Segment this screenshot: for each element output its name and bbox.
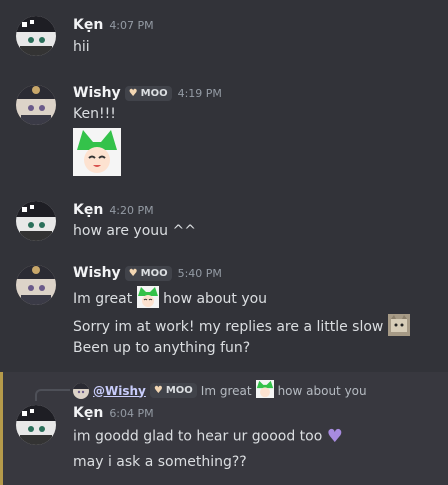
avatar[interactable] — [16, 265, 56, 305]
message-text: how are youu ^^ — [73, 223, 196, 239]
message-text: may i ask a something?? — [73, 454, 247, 470]
reply-text: Im great — [200, 383, 252, 398]
avatar[interactable] — [16, 201, 56, 241]
username[interactable]: Wishy ♥ MOO 4:19 PM — [73, 85, 222, 101]
heart-icon: ♥ — [128, 87, 138, 99]
username[interactable]: Wishy ♥ MOO 5:40 PM — [73, 265, 222, 281]
avatar[interactable] — [16, 16, 56, 56]
guild-tag[interactable]: ♥ MOO — [149, 383, 197, 398]
avatar[interactable] — [16, 405, 56, 445]
message-text: Ken!!! — [73, 106, 116, 122]
reply-preview[interactable]: @Wishy ♥ MOO Im great how about you — [73, 380, 367, 401]
reply-text: how about you — [277, 383, 367, 398]
heart-icon: ♥ — [128, 267, 138, 279]
message-text: Im great how about you — [73, 286, 267, 312]
message-text: Been up to anything fun? — [73, 340, 251, 356]
guild-tag[interactable]: ♥ MOO — [124, 265, 172, 281]
mention-highlight-bar — [0, 372, 3, 485]
anime-face-emoji — [255, 380, 274, 401]
sticker-image[interactable] — [73, 128, 121, 176]
timestamp: 5:40 PM — [177, 267, 222, 280]
message-text: im goodd glad to hear ur goood too ♥ — [73, 426, 343, 447]
purple-heart-emoji[interactable]: ♥ — [327, 426, 343, 447]
guild-tag[interactable]: ♥ MOO — [124, 85, 172, 101]
timestamp: 6:04 PM — [109, 407, 154, 420]
timestamp: 4:19 PM — [177, 87, 222, 100]
timestamp: 4:20 PM — [109, 204, 154, 217]
anime-face-emoji[interactable] — [136, 286, 159, 312]
message-text: hii — [73, 39, 90, 55]
heart-icon: ♥ — [153, 385, 163, 396]
username[interactable]: Kẹn 6:04 PM — [73, 405, 154, 421]
message-text: Sorry im at work! my replies are a littl… — [73, 314, 410, 340]
reply-connector — [35, 389, 70, 401]
reply-mention[interactable]: @Wishy — [93, 384, 146, 398]
username[interactable]: Kẹn 4:20 PM — [73, 202, 154, 218]
cat-emoji[interactable] — [387, 314, 410, 340]
username[interactable]: Kẹn 4:07 PM — [73, 17, 154, 33]
timestamp: 4:07 PM — [109, 19, 154, 32]
avatar[interactable] — [16, 85, 56, 125]
reply-avatar — [73, 382, 89, 399]
